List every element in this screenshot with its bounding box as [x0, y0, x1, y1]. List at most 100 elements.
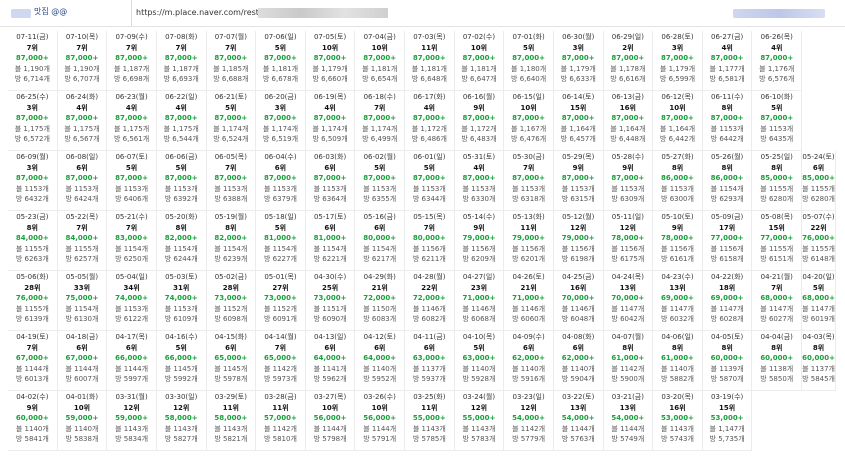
day-cell: 04-20(일) 5위 68,000+ 블 1147개 방 6019개 — [802, 271, 836, 331]
cell-saved: 방 5904개 — [561, 375, 595, 384]
cell-saved: 방 6083개 — [363, 315, 397, 324]
cell-score: 81,000+ — [264, 234, 297, 243]
cell-score: 54,000+ — [611, 414, 645, 423]
cell-rank: 9위 — [473, 103, 485, 112]
cell-reviews: 블 1,164개 — [560, 124, 596, 133]
cell-score: 84,000+ — [65, 234, 99, 243]
cell-saved: 방 6432개 — [15, 195, 49, 204]
cell-date: 04-01(화) — [65, 393, 99, 401]
cell-score: 87,000+ — [512, 54, 546, 63]
cell-saved: 방 6,576개 — [759, 75, 795, 84]
day-cell: 06-07(토) 5위 87,000+ 블 1153개 방 6406개 — [107, 151, 157, 211]
cell-rank: 10위 — [321, 43, 339, 52]
cell-saved: 방 5834개 — [115, 435, 149, 444]
cell-score: 79,000+ — [561, 234, 595, 243]
cell-rank: 4위 — [324, 103, 336, 112]
cell-rank: 27위 — [272, 283, 289, 292]
cell-rank: 5위 — [423, 163, 435, 172]
cell-date: 06-09(월) — [16, 153, 49, 161]
cell-saved: 방 6,698개 — [113, 75, 150, 84]
cell-saved: 방 6,678개 — [262, 75, 299, 84]
cell-reviews: 블 1153개 — [214, 184, 248, 193]
cell-reviews: 블 1137개 — [802, 364, 835, 373]
cell-saved: 방 6257개 — [65, 255, 99, 264]
cell-score: 78,000+ — [661, 234, 694, 243]
cell-score: 87,000+ — [760, 54, 794, 63]
cell-date: 03-31(월) — [115, 393, 148, 401]
cell-date: 04-19(토) — [16, 333, 49, 341]
cell-saved: 방 6082개 — [412, 315, 446, 324]
cell-score: 74,000+ — [115, 294, 148, 303]
cell-saved: 방 6198개 — [561, 255, 595, 264]
cell-date: 04-24(목) — [611, 273, 644, 281]
day-cell: 07-01(화) 5위 87,000+ 블 1,180개 방 6,640개 — [504, 31, 554, 91]
cell-score: 71,000+ — [512, 294, 546, 303]
cell-reviews: 블 1147개 — [611, 304, 645, 313]
cell-saved: 방 6406개 — [115, 195, 149, 204]
cell-reviews: 블 1153개 — [115, 304, 149, 313]
cell-reviews: 블 1147개 — [661, 304, 694, 313]
cell-rank: 12위 — [470, 403, 488, 412]
day-cell: 06-21(토) 5위 87,000+ 블 1,174개 방 6,524개 — [206, 91, 257, 151]
day-cell: 05-04(일) 34위 74,000+ 블 1153개 방 6122개 — [107, 271, 157, 331]
day-cell: 04-29(화) 21위 72,000+ 블 1150개 방 6083개 — [355, 271, 406, 331]
cell-reviews: 블 1153개 — [65, 184, 99, 193]
cell-score: 87,000+ — [65, 114, 99, 123]
cell-rank: 10위 — [371, 43, 388, 52]
cell-rank: 11위 — [421, 403, 438, 412]
day-cell: 05-05(월) 33위 75,000+ 블 1154개 방 6130개 — [57, 271, 108, 331]
cell-date: 05-09(금) — [711, 213, 744, 221]
cell-reviews: 블 1,187개 — [113, 64, 150, 73]
cell-saved: 방 6151개 — [760, 255, 794, 264]
cell-saved: 방 5952개 — [363, 375, 397, 384]
cell-score: 87,000+ — [264, 174, 297, 183]
cell-saved: 방 6,707개 — [64, 75, 100, 84]
cell-score: 86,000+ — [661, 174, 694, 183]
cell-rank: 15위 — [570, 103, 587, 112]
cell-score: 69,000+ — [661, 294, 694, 303]
cell-rank: 13위 — [669, 283, 686, 292]
cell-saved: 방 5900개 — [611, 375, 645, 384]
cell-rank: 6위 — [324, 223, 336, 232]
cell-rank: 15위 — [768, 223, 785, 232]
cell-rank: 8위 — [671, 343, 684, 352]
cell-saved: 방 6,633개 — [560, 75, 596, 84]
cell-rank: 18위 — [719, 283, 736, 292]
cell-date: 05-29(목) — [562, 153, 595, 161]
cell-reviews: 블 1151개 — [313, 304, 347, 313]
cell-reviews: 블 1144개 — [561, 424, 595, 433]
cell-score: 80,000+ — [412, 234, 446, 243]
cell-reviews: 블 1153개 — [313, 184, 347, 193]
cell-date: 06-24(화) — [65, 93, 99, 101]
day-cell: 06-11(수) 8위 87,000+ 블 1153개 방 6442개 — [702, 91, 753, 151]
cell-saved: 방 5785개 — [412, 435, 446, 444]
cell-saved: 방 6263개 — [15, 255, 49, 264]
cell-reviews: 블 1,181개 — [411, 64, 447, 73]
day-cell: 03-20(목) 16위 53,000+ 블 1143개 방 5743개 — [653, 391, 703, 451]
cell-saved: 방 6,567개 — [64, 135, 100, 144]
cell-date: 07-01(화) — [512, 33, 545, 41]
cell-rank: 31위 — [173, 283, 190, 292]
cell-reviews: 블 1155개 — [65, 244, 99, 253]
cell-reviews: 블 1138개 — [760, 364, 794, 373]
cell-saved: 방 6,714개 — [14, 75, 50, 84]
cell-saved: 방 5791개 — [363, 435, 397, 444]
day-cell: 05-03(토) 31위 74,000+ 블 1153개 방 6109개 — [156, 271, 207, 331]
cell-date: 04-30(수) — [313, 273, 347, 281]
cell-date: 06-08(일) — [65, 153, 99, 161]
day-cell: 06-24(화) 4위 87,000+ 블 1,175개 방 6,567개 — [57, 91, 108, 151]
cell-date: 05-11(일) — [611, 213, 644, 221]
cell-saved: 방 6239개 — [214, 255, 248, 264]
cell-score: 58,000+ — [214, 414, 248, 423]
cell-score: 85,000+ — [802, 174, 835, 183]
cell-saved: 방 5845개 — [802, 375, 835, 384]
cell-saved: 방 6130개 — [65, 315, 99, 324]
day-cell: 04-06(일) 8위 61,000+ 블 1140개 방 5882개 — [653, 331, 703, 391]
cell-score: 87,000+ — [512, 174, 546, 183]
day-cell: 06-10(화) 5위 87,000+ 블 1153개 방 6435개 — [752, 91, 803, 151]
cell-date: 06-20(금) — [264, 93, 297, 101]
cell-rank: 8위 — [721, 343, 733, 352]
cell-reviews: 블 1140개 — [561, 364, 595, 373]
day-cell: 04-21(월) 7위 68,000+ 블 1147개 방 6027개 — [752, 271, 803, 331]
cell-date: 07-06(일) — [264, 33, 297, 41]
